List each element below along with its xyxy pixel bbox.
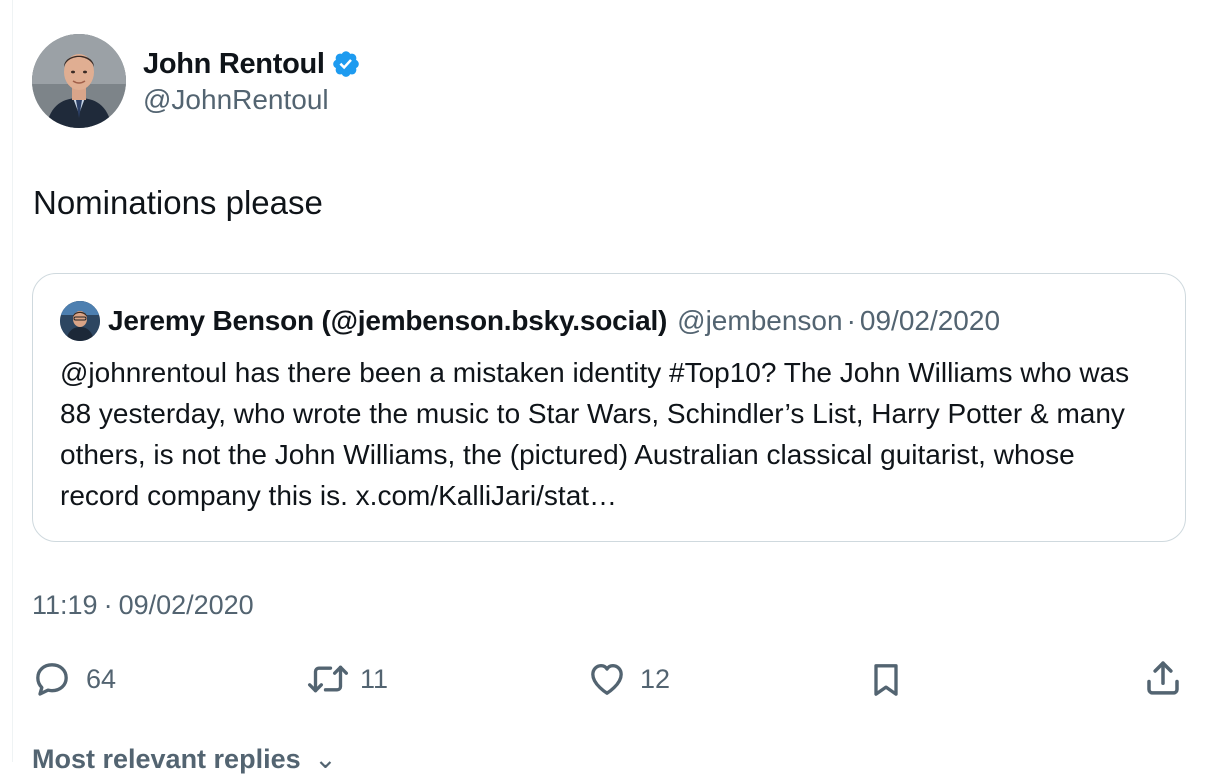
replies-sort-dropdown[interactable]: Most relevant replies ⌄ (32, 744, 337, 775)
like-icon (586, 659, 628, 699)
timeline-border (12, 0, 13, 762)
author-name[interactable]: John Rentoul (143, 48, 325, 81)
like-button[interactable]: 12 (586, 659, 670, 699)
bookmark-button[interactable] (866, 659, 906, 701)
retweet-button[interactable]: 11 (306, 659, 388, 699)
tweet-author: John Rentoul @JohnRentoul (32, 34, 361, 128)
verified-badge-icon[interactable] (331, 49, 361, 79)
tweet-timestamp[interactable]: 11:19 · 09/02/2020 (32, 590, 254, 621)
quoted-author-handle[interactable]: @jembenson (677, 305, 842, 337)
quoted-date[interactable]: 09/02/2020 (860, 305, 1000, 337)
quoted-separator: · (846, 305, 856, 336)
quoted-author-name[interactable]: Jeremy Benson (@jembenson.bsky.social) (108, 305, 667, 337)
reply-button[interactable]: 64 (32, 659, 116, 699)
retweet-icon (306, 659, 350, 699)
author-handle[interactable]: @JohnRentoul (143, 84, 361, 116)
retweet-count: 11 (360, 663, 389, 694)
bookmark-icon (866, 659, 906, 701)
reply-icon (32, 659, 72, 699)
quoted-tweet[interactable]: Jeremy Benson (@jembenson.bsky.social) @… (32, 273, 1186, 542)
tweet-text: Nominations please (33, 184, 323, 221)
replies-sort-label: Most relevant replies (32, 744, 301, 774)
timestamp-separator: · (103, 590, 113, 620)
tweet-time[interactable]: 11:19 (32, 590, 98, 620)
tweet-action-bar: 64 11 12 (0, 655, 1205, 705)
share-button[interactable] (1142, 657, 1184, 699)
tweet-date[interactable]: 09/02/2020 (119, 590, 254, 620)
quoted-text: @johnrentoul has there been a mistaken i… (60, 357, 1130, 511)
like-count: 12 (640, 663, 671, 694)
chevron-down-icon: ⌄ (314, 744, 337, 774)
quoted-author-avatar[interactable] (60, 301, 100, 341)
reply-count: 64 (86, 663, 117, 694)
author-avatar[interactable] (32, 34, 126, 128)
share-icon (1142, 657, 1184, 699)
